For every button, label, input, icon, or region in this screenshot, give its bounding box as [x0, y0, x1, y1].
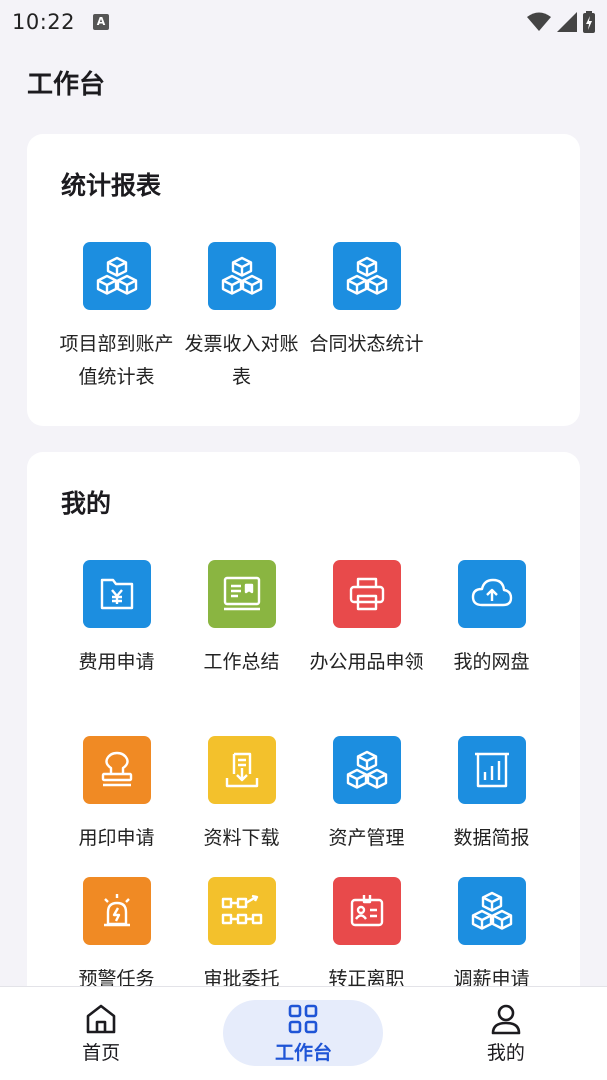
tile-label: 工作总结 [203, 651, 280, 673]
status-time: 10:22 [12, 10, 76, 34]
cubes-icon [457, 877, 526, 945]
cubes-icon [207, 242, 276, 310]
tile-office-supplies[interactable]: 办公用品申领 [304, 560, 429, 679]
nav-item-workspace[interactable]: 工作台 [202, 987, 404, 1080]
nav-item-mine[interactable]: 我的 [405, 987, 607, 1080]
page-title: 工作台 [27, 70, 106, 100]
printer-icon [332, 560, 401, 628]
tile-approval-delegation[interactable]: 审批委托 [179, 877, 304, 986]
tile-label: 我的网盘 [453, 651, 530, 673]
expense-folder-icon [82, 560, 151, 628]
bar-chart-icon [457, 736, 526, 804]
tile-label: 合同状态统计 [309, 333, 424, 355]
tile-warning-tasks[interactable]: 预警任务 [54, 877, 179, 986]
cubes-icon [82, 242, 151, 310]
alarm-icon [82, 877, 151, 945]
tile-work-summary[interactable]: 工作总结 [179, 560, 304, 679]
nav-item-home[interactable]: 首页 [0, 987, 202, 1080]
cubes-icon [332, 736, 401, 804]
tile-seal-application[interactable]: 用印申请 [54, 736, 179, 855]
report-board-icon [207, 560, 276, 628]
tile-label: 数据简报 [453, 827, 530, 849]
tile-label: 办公用品申领 [309, 651, 424, 673]
tile-project-output-report[interactable]: 项目部到账产值统计表 [54, 242, 179, 394]
workflow-icon [207, 877, 276, 945]
cloud-upload-icon [457, 560, 526, 628]
notification-icon: A [93, 14, 110, 30]
stamp-icon [82, 736, 151, 804]
tile-contract-status[interactable]: 合同状态统计 [304, 242, 429, 361]
bottom-navigation: 首页 工作台 我的 [0, 986, 607, 1080]
tile-label: 资产管理 [328, 827, 405, 849]
nav-label-workspace: 工作台 [274, 1042, 332, 1064]
tile-label: 用印申请 [78, 827, 155, 849]
tile-asset-management[interactable]: 资产管理 [304, 736, 429, 855]
tile-data-brief[interactable]: 数据简报 [429, 736, 554, 855]
reports-section-title: 统计报表 [61, 171, 162, 200]
tile-label: 审批委托 [203, 968, 280, 986]
tile-label: 发票收入对账表 [184, 333, 299, 388]
tile-label: 费用申请 [78, 651, 155, 673]
status-bar: 10:22 A [0, 0, 607, 44]
tile-label: 调薪申请 [453, 968, 530, 986]
mine-section-title: 我的 [61, 489, 112, 518]
cubes-icon [332, 242, 401, 310]
download-doc-icon [207, 736, 276, 804]
reports-section: 统计报表 项目部到账产值统计表 发票收入对账表 合同状态统计 [27, 134, 580, 426]
tile-label: 项目部到账产值统计表 [59, 333, 174, 388]
battery-icon [583, 11, 595, 33]
wifi-icon [527, 12, 551, 31]
tile-onboarding-resignation[interactable]: 转正离职 [304, 877, 429, 986]
tile-label: 转正离职 [328, 968, 405, 986]
tile-expense-application[interactable]: 费用申请 [54, 560, 179, 679]
tile-invoice-reconciliation[interactable]: 发票收入对账表 [179, 242, 304, 394]
workspace-scroll-area[interactable]: 统计报表 项目部到账产值统计表 发票收入对账表 合同状态统计 我的 费用申请 工… [0, 134, 607, 986]
tile-label: 预警任务 [78, 968, 155, 986]
person-icon [491, 1004, 521, 1035]
nav-label-home: 首页 [82, 1042, 121, 1064]
mine-section: 我的 费用申请 工作总结 办公用品申领 我的网盘 用印申请 资料下载 资产管理 … [27, 452, 580, 986]
id-card-icon [332, 877, 401, 945]
tile-document-download[interactable]: 资料下载 [179, 736, 304, 855]
status-indicators [527, 11, 595, 33]
nav-label-mine: 我的 [486, 1042, 525, 1064]
tile-label: 资料下载 [203, 827, 280, 849]
tile-my-cloud-drive[interactable]: 我的网盘 [429, 560, 554, 679]
signal-icon [557, 12, 577, 32]
tile-salary-adjustment[interactable]: 调薪申请 [429, 877, 554, 986]
home-icon [86, 1004, 116, 1034]
grid-icon [289, 1004, 318, 1034]
